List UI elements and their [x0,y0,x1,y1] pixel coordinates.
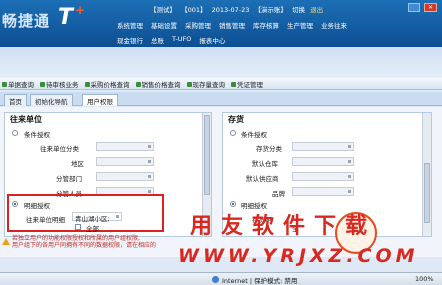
doc-icon [2,82,7,87]
stock-condition-radio[interactable] [230,130,236,136]
company-label: 【测试】 [150,6,176,14]
date-label: 2013-07-23 [211,6,250,14]
session-status: 【测试】 【001】 2013-07-23 【演示账】 切换 退出 [150,4,326,14]
logo-t: T [58,5,74,30]
logo-plus: + [75,3,86,17]
quick-item[interactable]: 采购价格查询 [84,79,130,89]
quick-toolbar: 单据查询 待审核业务 采购价格查询 销售价格查询 现存量查询 凭证管理 [0,78,442,90]
top-banner: 畅捷通 T + 【测试】 【001】 2013-07-23 【演示账】 切换 退… [0,0,442,47]
scroll-thumb[interactable] [204,115,210,195]
main-menu: 系统管理 基础设置 采购管理 销售管理 库存核算 生产管理 业务往来 [113,19,351,31]
minimize-button[interactable] [408,3,420,12]
menu-item-sales[interactable]: 销售管理 [215,19,249,31]
condition-label: 条件授权 [24,131,50,139]
watermark-url: WWW.YRJXZ.COM [178,245,419,267]
menu-item-ufo[interactable]: T-UFO [168,34,195,46]
sub-menu: 现金银行 总账 T-UFO 报表中心 [113,34,229,46]
more-icon [148,190,151,193]
voucher-icon [231,82,236,87]
tab-label: 用户权限 [87,98,113,106]
quick-item[interactable]: 单据查询 [2,79,34,89]
switch-link[interactable]: 切换 [292,6,305,14]
partner-detail-field[interactable]: 青山湖小区; [72,212,122,223]
close-button[interactable]: ✕ [424,3,437,12]
internet-zone-icon [212,276,219,283]
task-icon [40,82,45,87]
menu-item-ledger[interactable]: 总账 [147,34,168,46]
tab-init-nav[interactable]: 初始化导航 [30,94,73,106]
field-label: 往来单位分类 [40,145,79,153]
more-icon [148,175,151,178]
partner-panel-title: 往来单位 [10,115,42,124]
warning-icon [2,238,10,245]
menu-item-business[interactable]: 业务往来 [317,19,351,31]
field-label: 地区 [71,160,84,168]
partner-detail-value: 青山湖小区; [75,215,110,223]
more-icon [116,215,119,218]
field-label: 默认仓库 [252,160,278,168]
scroll-thumb[interactable] [424,163,430,223]
more-icon [348,175,351,178]
toolbar-spacer [0,47,442,78]
menu-item-production[interactable]: 生产管理 [283,19,317,31]
user-label: 【演示账】 [254,6,287,14]
department-field[interactable] [96,172,154,181]
tab-user-permission[interactable]: 用户权限 [82,94,118,106]
stock-condition-label: 条件授权 [241,131,267,139]
app-logo: 畅捷通 T + [2,3,102,36]
logo-text: 畅捷通 [2,12,51,30]
detail-radio[interactable] [12,201,18,207]
menu-item-purchase[interactable]: 采购管理 [181,19,215,31]
more-icon [348,145,351,148]
field-label: 分管部门 [56,175,82,183]
right-scrollbar[interactable] [422,113,431,236]
more-icon [348,190,351,193]
watermark-title: 用友软件下载 [190,214,377,239]
detail-label: 明细授权 [24,202,50,210]
exit-link[interactable]: 退出 [310,6,323,14]
quick-item[interactable]: 销售价格查询 [135,79,181,89]
field-label: 默认供应商 [246,175,279,183]
menu-item-inventory[interactable]: 库存核算 [249,19,283,31]
all-label: 全部 [86,225,99,233]
default-warehouse-field[interactable] [292,157,354,166]
more-icon [148,145,151,148]
stock-icon [186,82,192,87]
field-label: 品牌 [272,190,285,198]
tab-strip: 首页 初始化导航 用户权限 [0,92,442,106]
quick-item[interactable]: 现存量查询 [186,79,225,89]
menu-item-reports[interactable]: 报表中心 [195,34,229,46]
partner-category-field[interactable] [96,142,154,151]
field-label: 存货分类 [256,145,282,153]
stock-panel-title: 存货 [228,115,244,124]
menu-item-cash[interactable]: 现金银行 [113,34,147,46]
region-field[interactable] [96,157,154,166]
default-supplier-field[interactable] [292,172,354,181]
stock-category-field[interactable] [292,142,354,151]
partner-detail-label: 往来单位明细 [26,216,65,224]
all-checkbox[interactable] [75,224,81,230]
stock-detail-radio[interactable] [230,201,236,207]
quick-item[interactable]: 待审核业务 [40,79,79,89]
tab-home[interactable]: 首页 [4,94,27,106]
zoom-level[interactable]: 100% [415,275,434,283]
condition-radio[interactable] [12,130,18,136]
price-icon [135,82,141,87]
quick-item[interactable]: 凭证管理 [231,79,263,89]
more-icon [148,160,151,163]
menu-item-basic[interactable]: 基础设置 [147,19,181,31]
zone-label: Internet | 保护模式: 禁用 [222,277,298,285]
brand-field[interactable] [292,187,354,196]
account-label: 【001】 [181,6,207,14]
browser-status-bar: Internet | 保护模式: 禁用 100% [0,272,442,285]
menu-item-system[interactable]: 系统管理 [113,19,147,31]
price-icon [84,82,90,87]
more-icon [348,160,351,163]
